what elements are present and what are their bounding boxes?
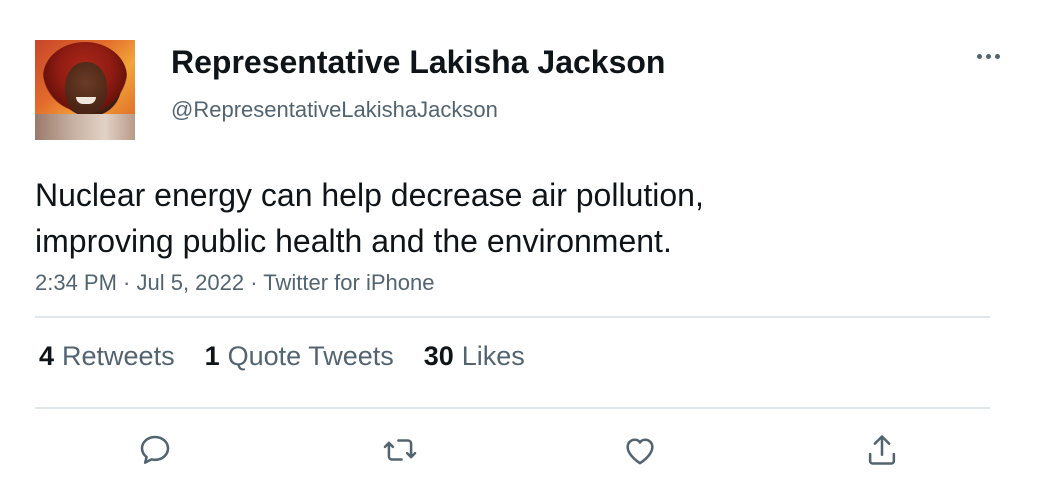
more-dot [985,53,991,59]
more-options-icon[interactable] [972,46,1004,66]
stat-retweets[interactable]: 4 Retweets [39,341,175,372]
stat-label: Retweets [62,341,175,371]
more-dot [976,53,982,59]
retweet-icon [383,439,417,461]
divider [35,407,990,409]
like-icon [626,438,654,465]
share-button[interactable] [862,430,902,470]
stat-label: Likes [461,341,525,371]
avatar-face [65,62,107,114]
tweet-card: Representative Lakisha Jackson @Represen… [0,0,1050,480]
display-name[interactable]: Representative Lakisha Jackson [171,44,665,81]
tweet-meta[interactable]: 2:34 PM · Jul 5, 2022 · Twitter for iPho… [35,270,434,296]
stat-label: Quote Tweets [227,341,394,371]
tweet-text-line: improving public health and the environm… [35,223,672,259]
like-button[interactable] [620,430,660,470]
share-icon [868,435,896,465]
tweet-text: Nuclear energy can help decrease air pol… [35,172,995,264]
reply-icon [140,435,170,464]
stat-count: 30 [423,341,454,371]
retweet-button[interactable] [380,430,420,470]
stat-likes[interactable]: 30 Likes [424,341,525,372]
more-dot [994,53,1000,59]
avatar[interactable] [35,40,135,140]
tweet-text-line: Nuclear energy can help decrease air pol… [35,177,704,213]
stat-count: 4 [39,341,55,371]
stat-quote-tweets[interactable]: 1 Quote Tweets [205,341,394,372]
user-handle[interactable]: @RepresentativeLakishaJackson [171,97,498,123]
avatar-shoulder [35,114,135,140]
stat-count: 1 [204,341,220,371]
divider [35,316,990,318]
reply-button[interactable] [135,430,175,470]
engagement-stats: 4 Retweets 1 Quote Tweets 30 Likes [39,341,525,372]
